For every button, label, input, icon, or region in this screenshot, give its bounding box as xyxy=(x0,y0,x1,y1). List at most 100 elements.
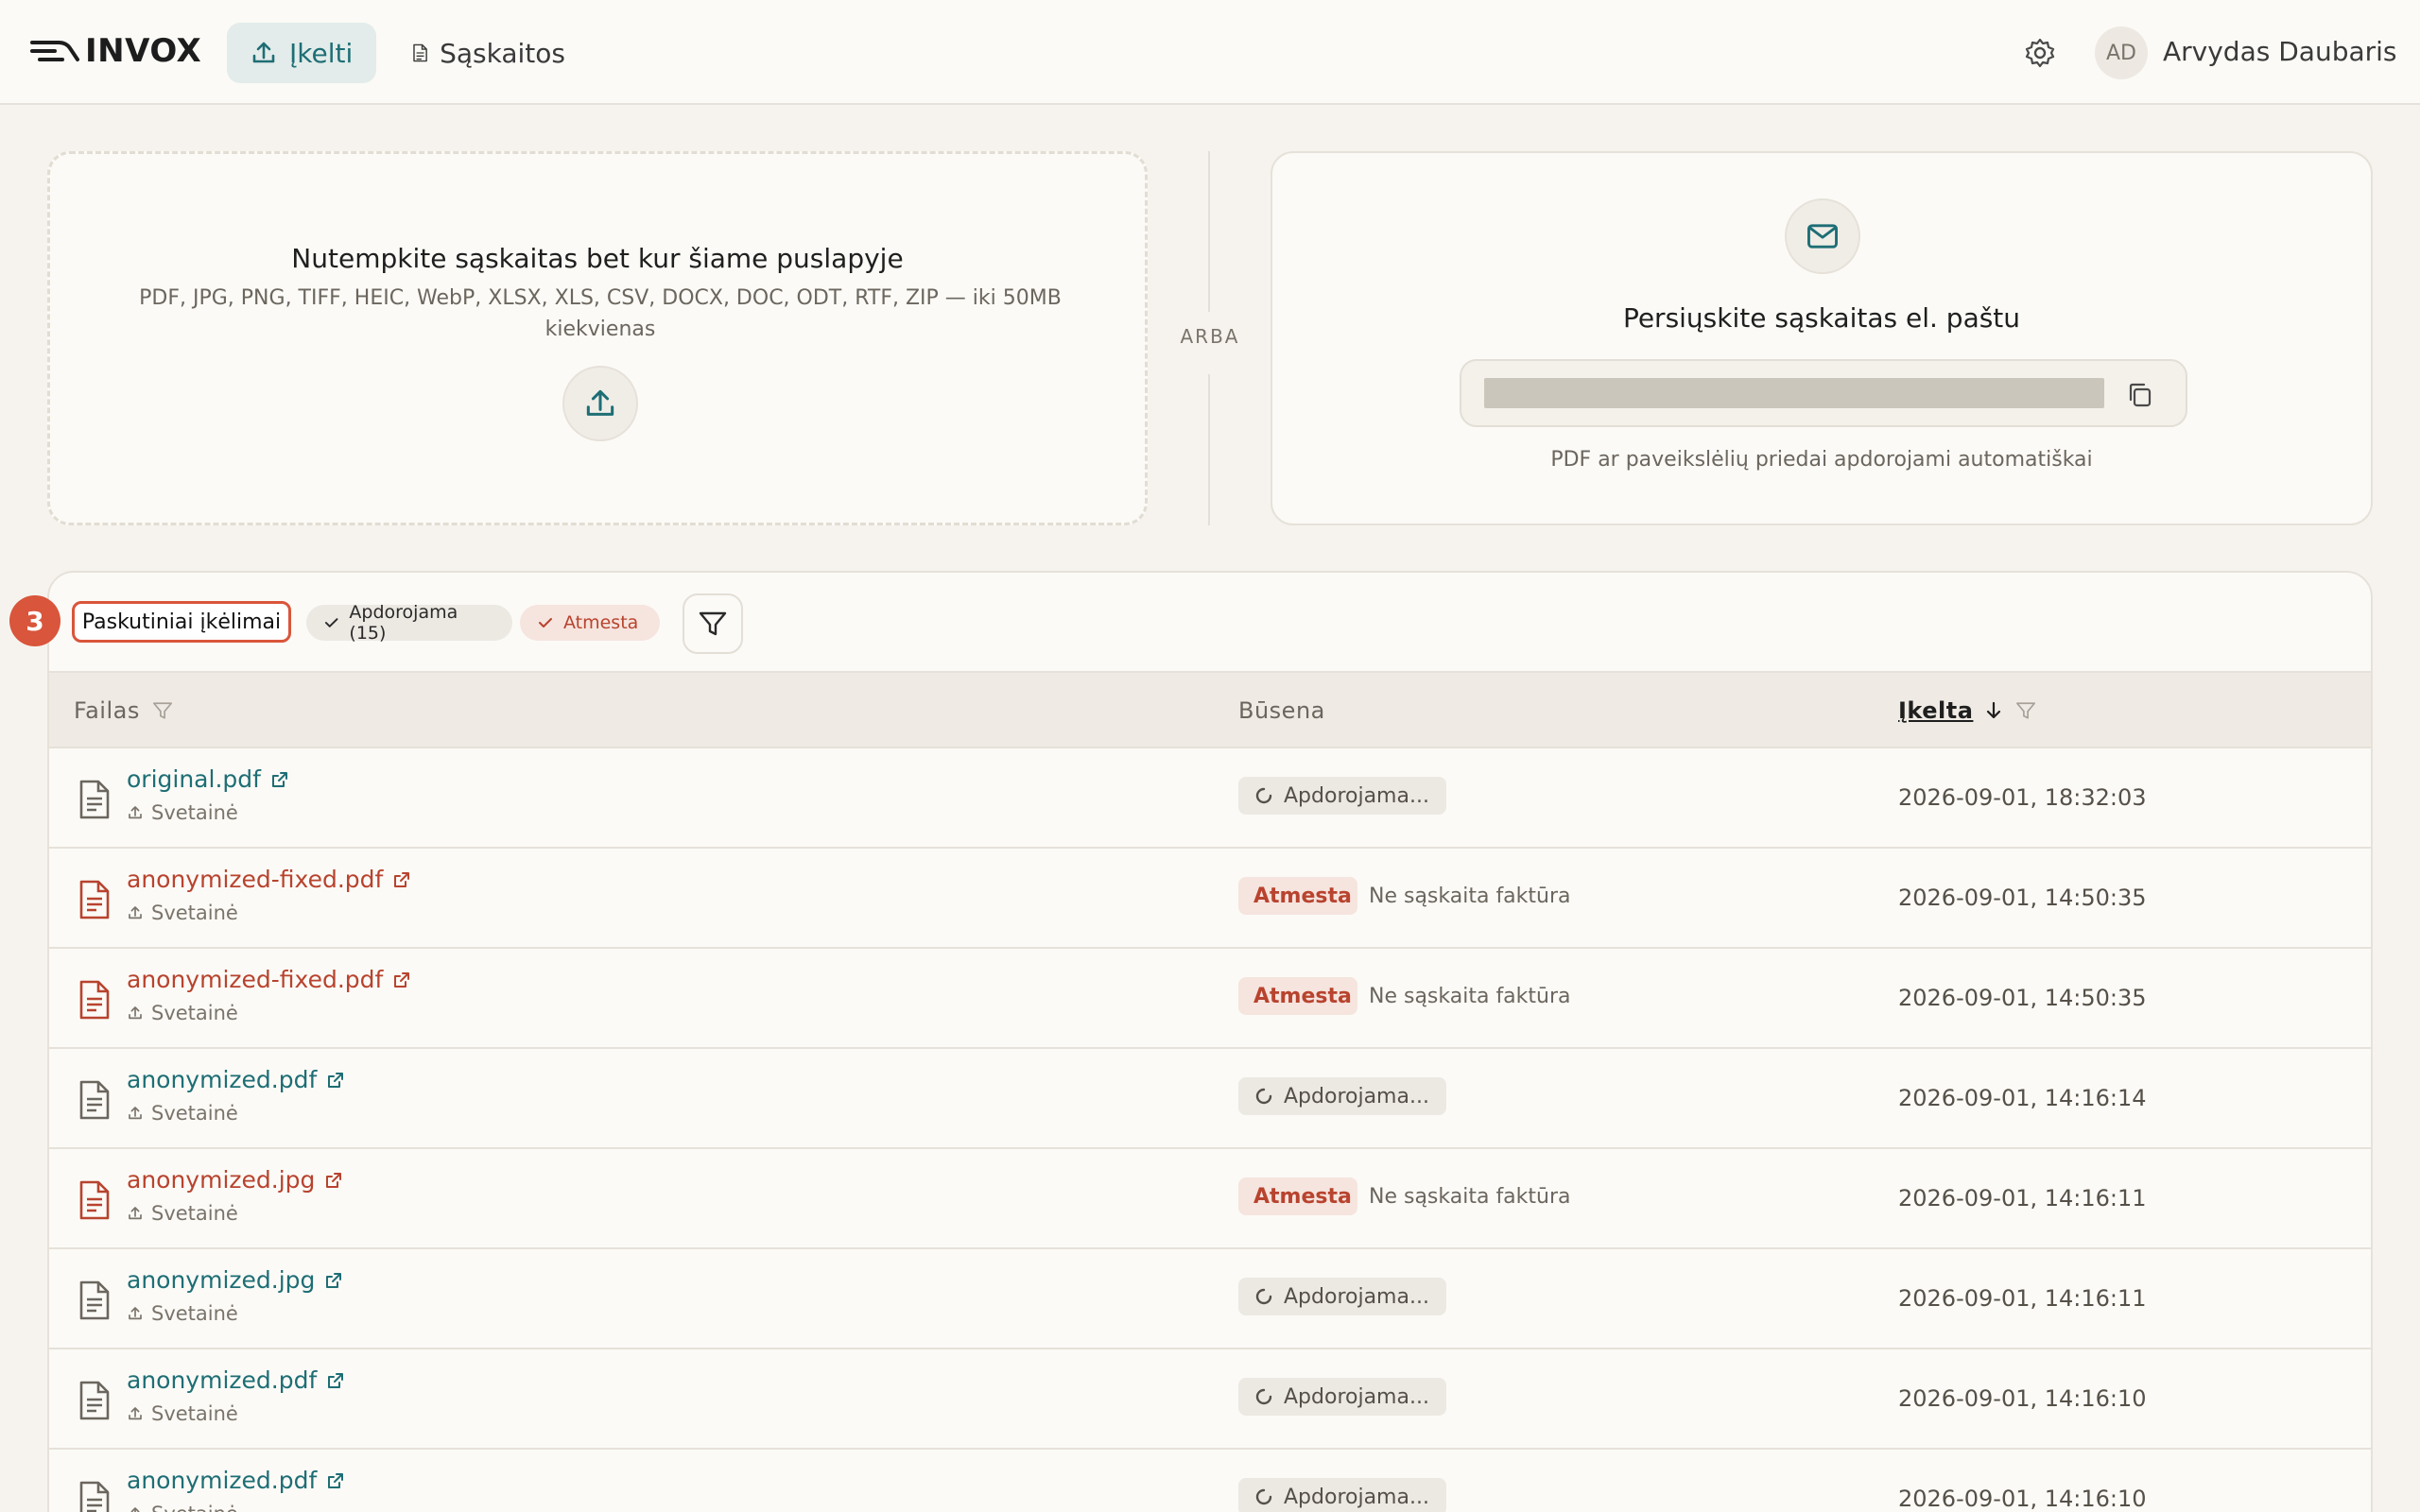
mail-icon xyxy=(1807,224,1838,249)
app-logo[interactable]: INVOX xyxy=(30,32,201,70)
column-header-status-label: Būsena xyxy=(1238,697,1325,724)
file-link[interactable]: anonymized-fixed.pdf xyxy=(127,866,411,893)
copy-icon[interactable] xyxy=(2123,378,2157,412)
nav-invoices-button[interactable]: Sąskaitos xyxy=(389,23,588,83)
external-link-icon[interactable] xyxy=(326,1071,345,1090)
file-source-label: Svetainė xyxy=(151,1202,238,1225)
mail-icon-badge xyxy=(1785,198,1860,274)
status-badge: Apdorojama... xyxy=(1238,1478,1446,1512)
file-source: Svetainė xyxy=(127,1503,238,1512)
external-link-icon[interactable] xyxy=(392,971,411,989)
status-label: Atmesta xyxy=(1253,884,1352,908)
column-header-uploaded-label: Įkelta xyxy=(1898,697,1974,724)
external-link-icon[interactable] xyxy=(324,1271,343,1290)
file-name: anonymized.jpg xyxy=(127,1266,316,1294)
external-link-icon[interactable] xyxy=(324,1171,343,1190)
status-badge: Apdorojama... xyxy=(1238,1278,1446,1315)
file-link[interactable]: anonymized.pdf xyxy=(127,1066,345,1093)
tab-recent-uploads[interactable]: Paskutiniai įkėlimai xyxy=(72,601,291,643)
file-source: Svetainė xyxy=(127,1202,238,1225)
file-icon xyxy=(79,1180,110,1220)
table-row[interactable]: anonymized.pdf Svetainė Apdorojama... 20… xyxy=(49,1450,2371,1512)
status-label: Atmesta xyxy=(1253,1184,1352,1209)
file-source: Svetainė xyxy=(127,1002,238,1024)
file-link[interactable]: original.pdf xyxy=(127,765,289,793)
upload-icon xyxy=(129,906,142,919)
email-forward-card: Persiųskite sąskaitas el. paštu PDF ar p… xyxy=(1270,151,2373,525)
status-label: Apdorojama... xyxy=(1284,1485,1429,1509)
table-row[interactable]: anonymized.jpg Svetainė Atmesta Ne sąska… xyxy=(49,1149,2371,1249)
filter-chip-rejected[interactable]: Atmesta xyxy=(520,605,660,641)
file-link[interactable]: anonymized.jpg xyxy=(127,1166,343,1194)
spinner-icon xyxy=(1255,787,1272,804)
column-header-file-label: Failas xyxy=(74,697,140,724)
file-name: anonymized.pdf xyxy=(127,1066,318,1093)
file-link[interactable]: anonymized-fixed.pdf xyxy=(127,966,411,993)
table-row[interactable]: anonymized.jpg Svetainė Apdorojama... 20… xyxy=(49,1249,2371,1349)
file-link[interactable]: anonymized.jpg xyxy=(127,1266,343,1294)
table-row[interactable]: anonymized.pdf Svetainė Apdorojama... 20… xyxy=(49,1349,2371,1450)
gear-icon[interactable] xyxy=(2023,36,2057,70)
table-row[interactable]: original.pdf Svetainė Apdorojama... 2026… xyxy=(49,748,2371,849)
external-link-icon[interactable] xyxy=(326,1471,345,1490)
spinner-icon xyxy=(1255,1488,1272,1505)
column-header-status: Būsena xyxy=(1238,697,1325,724)
file-source-label: Svetainė xyxy=(151,1102,238,1125)
table-header: Failas Būsena Įkelta xyxy=(49,671,2371,748)
filter-chip-processing[interactable]: Apdorojama (15) xyxy=(306,602,512,644)
file-link[interactable]: anonymized.pdf xyxy=(127,1467,345,1494)
logo-waves-icon xyxy=(30,41,79,61)
logo-text: INVOX xyxy=(85,32,202,70)
filter-button[interactable] xyxy=(683,593,743,654)
funnel-icon[interactable] xyxy=(151,699,174,722)
upload-date: 2026-09-01, 14:16:14 xyxy=(1898,1085,2147,1111)
nav-upload-button[interactable]: Įkelti xyxy=(227,23,376,83)
upload-icon xyxy=(586,389,614,416)
nav-upload-label: Įkelti xyxy=(289,37,354,69)
spinner-icon xyxy=(1255,1088,1272,1105)
file-source-label: Svetainė xyxy=(151,1002,238,1024)
file-link[interactable]: anonymized.pdf xyxy=(127,1366,345,1394)
dropzone-upload-button[interactable] xyxy=(562,366,638,441)
step-badge: 3 xyxy=(9,595,60,646)
upload-icon xyxy=(129,1006,142,1020)
email-title: Persiųskite sąskaitas el. paštu xyxy=(1622,302,2021,334)
external-link-icon[interactable] xyxy=(392,870,411,889)
user-avatar[interactable]: AD xyxy=(2095,26,2148,79)
file-name: original.pdf xyxy=(127,765,261,793)
file-source: Svetainė xyxy=(127,1102,238,1125)
column-header-file[interactable]: Failas xyxy=(74,697,174,724)
external-link-icon[interactable] xyxy=(326,1371,345,1390)
status-reason: Ne sąskaita faktūra xyxy=(1369,885,1571,908)
status-reason: Ne sąskaita faktūra xyxy=(1369,985,1571,1008)
table-row[interactable]: anonymized-fixed.pdf Svetainė Atmesta Ne… xyxy=(49,849,2371,949)
upload-date: 2026-09-01, 14:16:10 xyxy=(1898,1486,2147,1512)
email-note: PDF ar paveikslėlių priedai apdorojami a… xyxy=(1550,448,2093,472)
upload-icon xyxy=(252,42,275,63)
table-row[interactable]: anonymized-fixed.pdf Svetainė Atmesta Ne… xyxy=(49,949,2371,1049)
column-header-uploaded[interactable]: Įkelta xyxy=(1898,697,2037,724)
upload-date: 2026-09-01, 14:16:11 xyxy=(1898,1285,2147,1312)
upload-date: 2026-09-01, 14:50:35 xyxy=(1898,985,2147,1011)
upload-date: 2026-09-01, 14:16:11 xyxy=(1898,1185,2147,1211)
funnel-icon xyxy=(699,611,727,636)
file-dropzone[interactable]: Nutempkite sąskaitas bet kur šiame pusla… xyxy=(47,151,1148,525)
arrow-down-icon xyxy=(1987,701,2001,719)
table-row[interactable]: anonymized.pdf Svetainė Apdorojama... 20… xyxy=(49,1049,2371,1149)
uploads-table-body: original.pdf Svetainė Apdorojama... 2026… xyxy=(49,748,2371,1512)
file-source: Svetainė xyxy=(127,801,238,824)
document-icon xyxy=(413,43,427,62)
spinner-icon xyxy=(1255,1388,1272,1405)
user-name[interactable]: Arvydas Daubaris xyxy=(2163,36,2397,67)
status-badge: Atmesta xyxy=(1238,1177,1357,1215)
email-address-field[interactable] xyxy=(1460,359,2187,427)
or-separator: ARBA xyxy=(1180,325,1240,348)
file-source: Svetainė xyxy=(127,1402,238,1425)
upload-date: 2026-09-01, 18:32:03 xyxy=(1898,784,2147,811)
upload-date: 2026-09-01, 14:50:35 xyxy=(1898,885,2147,911)
funnel-icon[interactable] xyxy=(2014,699,2037,722)
dropzone-title: Nutempkite sąskaitas bet kur šiame pusla… xyxy=(291,243,904,274)
external-link-icon[interactable] xyxy=(270,770,289,789)
check-icon xyxy=(324,618,338,627)
upload-icon xyxy=(129,1307,142,1320)
